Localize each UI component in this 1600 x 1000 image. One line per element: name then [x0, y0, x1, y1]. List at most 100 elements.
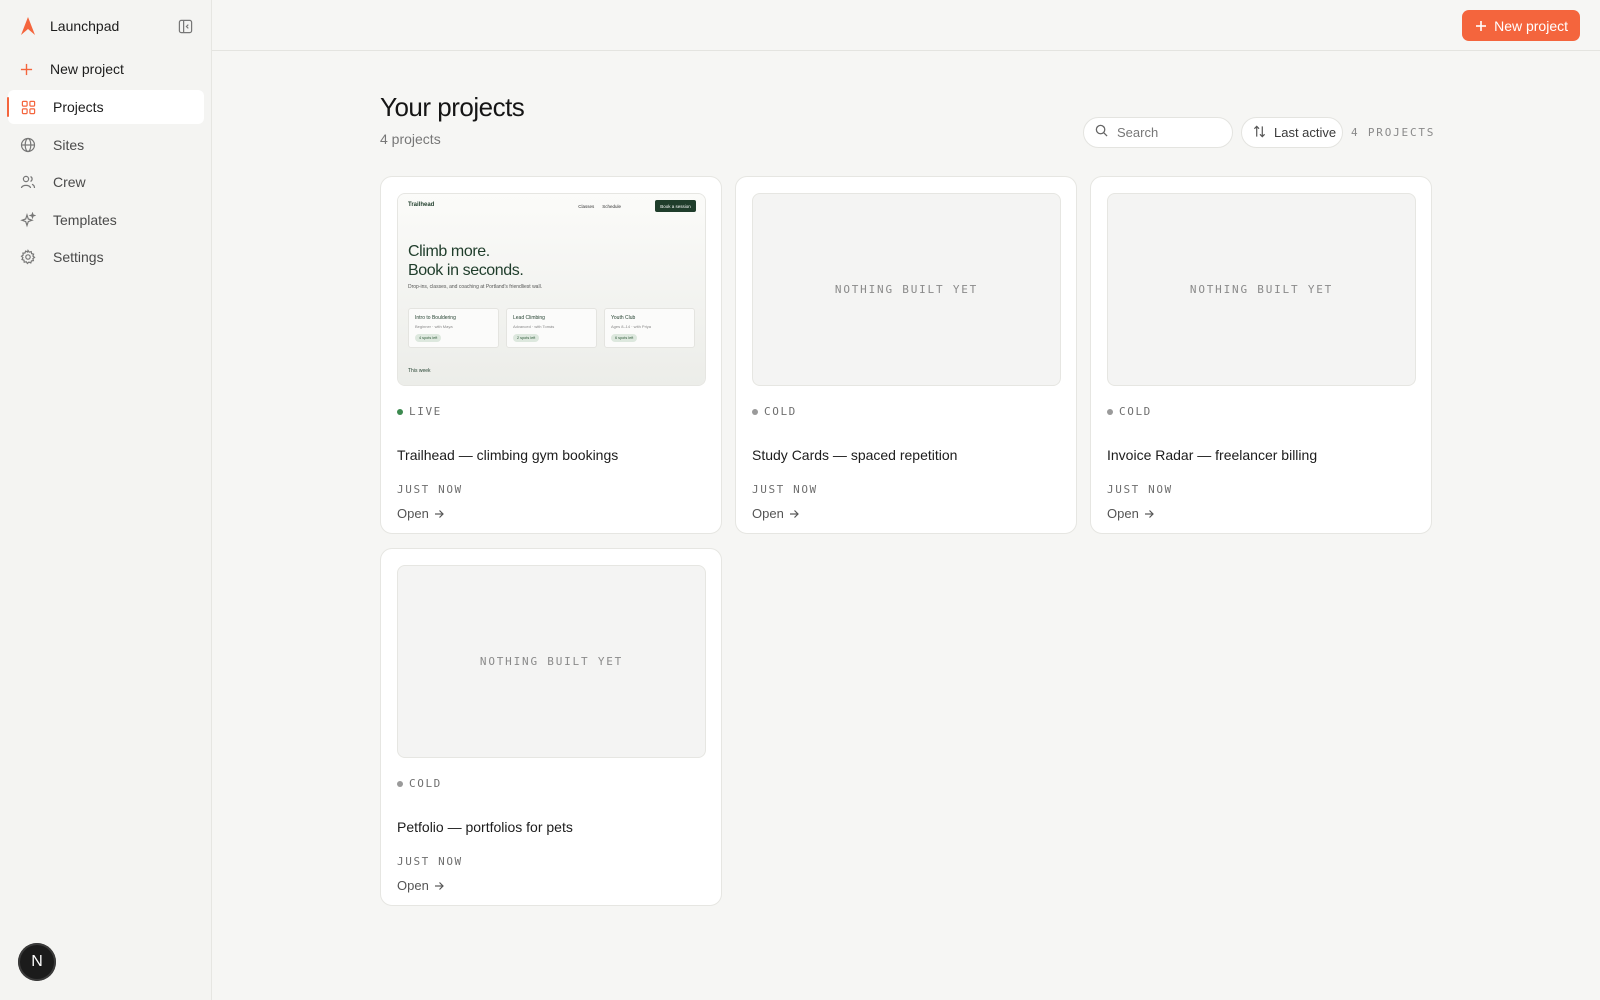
plus-icon: [1475, 20, 1487, 32]
last-active-time: JUST NOW: [752, 483, 818, 496]
gear-icon: [19, 248, 37, 266]
preview-class-sub: Advanced · with Tomás: [513, 324, 555, 329]
project-count-label: 4 PROJECTS: [1351, 126, 1436, 139]
grid-icon: [19, 98, 37, 116]
search-input[interactable]: [1117, 125, 1227, 140]
project-card[interactable]: Trailhead Classes Schedule Book a sessio…: [380, 176, 722, 534]
sidebar-item-templates[interactable]: Templates: [8, 203, 204, 237]
preview-class-badge: 4 spots left: [415, 334, 442, 342]
sidebar-item-label: Crew: [53, 174, 86, 190]
empty-preview-label: NOTHING BUILT YET: [1189, 283, 1334, 296]
preview-class-card: Youth Club Ages 8–14 · with Priya 6 spot…: [604, 308, 695, 348]
preview-brand: Trailhead: [408, 202, 435, 208]
sidebar: Launchpad New project Projects Sites Cre…: [0, 0, 212, 1000]
sidebar-item-label: Templates: [53, 211, 117, 228]
project-count-subtitle: 4 projects: [380, 131, 441, 147]
project-card[interactable]: NOTHING BUILT YET COLD Petfolio — portfo…: [380, 548, 722, 906]
project-title[interactable]: Trailhead — climbing gym bookings: [397, 447, 618, 463]
arrow-right-icon: [434, 881, 444, 891]
search-box[interactable]: [1083, 117, 1233, 148]
preview-class-card: Lead Climbing Advanced · with Tomás 2 sp…: [506, 308, 597, 348]
users-icon: [19, 173, 37, 191]
preview-nav: Classes Schedule: [570, 204, 621, 209]
status-label: COLD: [1119, 405, 1152, 418]
preview-class-title: Youth Club: [611, 315, 636, 321]
sidebar-item-crew[interactable]: Crew: [8, 165, 204, 199]
preview-class-badge: 6 spots left: [611, 334, 638, 342]
app-name: Launchpad: [50, 18, 120, 34]
sidebar-new-project-button[interactable]: New project: [18, 58, 124, 80]
sidebar-item-label: Settings: [53, 249, 104, 265]
status-badge: COLD: [1107, 405, 1152, 418]
preview-nav-item: Schedule: [602, 204, 621, 209]
last-active-time: JUST NOW: [397, 483, 463, 496]
sidebar-nav: Projects Sites Crew Templates Settings: [7, 90, 204, 278]
cold-dot-icon: [397, 780, 403, 787]
sidebar-toggle-icon: [178, 19, 192, 33]
preview-class-sub: Beginner · with Maya: [415, 324, 453, 329]
preview-class-card: Intro to Bouldering Beginner · with Maya…: [408, 308, 499, 348]
cold-dot-icon: [752, 408, 758, 415]
cold-dot-icon: [1107, 408, 1113, 415]
preview-class-title: Lead Climbing: [513, 315, 545, 321]
project-card[interactable]: NOTHING BUILT YET COLD Study Cards — spa…: [735, 176, 1077, 534]
launchpad-logo-icon: [18, 15, 38, 37]
sort-button[interactable]: Last active: [1241, 117, 1343, 148]
arrow-right-icon: [434, 509, 444, 519]
last-active-time: JUST NOW: [397, 855, 463, 868]
project-thumbnail[interactable]: Trailhead Classes Schedule Book a sessio…: [397, 193, 706, 386]
open-project-link[interactable]: Open: [752, 506, 799, 521]
project-thumbnail[interactable]: NOTHING BUILT YET: [397, 565, 706, 758]
project-card[interactable]: NOTHING BUILT YET COLD Invoice Radar — f…: [1090, 176, 1432, 534]
sidebar-new-project-label: New project: [50, 61, 124, 77]
sort-label: Last active: [1274, 125, 1337, 140]
status-badge: LIVE: [397, 405, 442, 418]
plus-icon: [18, 61, 34, 77]
last-active-time: JUST NOW: [1107, 483, 1173, 496]
new-project-button-label: New project: [1494, 17, 1568, 34]
sidebar-item-projects[interactable]: Projects: [7, 90, 204, 124]
preview-hero-line-1: Climb more.: [408, 243, 490, 260]
preview-nav-item: Classes: [578, 204, 595, 209]
globe-icon: [19, 136, 37, 154]
arrow-right-icon: [1144, 509, 1154, 519]
preview-class-title: Intro to Bouldering: [415, 315, 456, 321]
brand[interactable]: Launchpad: [18, 14, 119, 38]
project-thumbnail[interactable]: NOTHING BUILT YET: [752, 193, 1061, 386]
sort-icon: [1253, 125, 1266, 141]
project-thumbnail[interactable]: NOTHING BUILT YET: [1107, 193, 1416, 386]
collapse-sidebar-button[interactable]: [176, 17, 194, 35]
empty-preview-label: NOTHING BUILT YET: [479, 655, 624, 668]
status-badge: COLD: [752, 405, 797, 418]
sidebar-item-settings[interactable]: Settings: [8, 240, 204, 274]
user-avatar[interactable]: N: [18, 943, 56, 981]
status-label: COLD: [764, 405, 797, 418]
sidebar-item-label: Projects: [53, 99, 104, 115]
preview-class-sub: Ages 8–14 · with Priya: [611, 324, 652, 329]
new-project-button[interactable]: New project: [1462, 10, 1580, 41]
status-badge: COLD: [397, 777, 442, 790]
open-label: Open: [1107, 506, 1139, 521]
sidebar-item-label: Sites: [53, 136, 85, 153]
top-bar: New project: [212, 0, 1600, 51]
status-label: COLD: [409, 777, 442, 790]
project-title[interactable]: Study Cards — spaced repetition: [752, 447, 957, 463]
site-preview: Trailhead Classes Schedule Book a sessio…: [398, 194, 705, 385]
preview-class-badge: 2 spots left: [513, 334, 540, 342]
open-project-link[interactable]: Open: [397, 878, 444, 893]
preview-week-label: This week: [408, 368, 431, 374]
preview-hero-line-2: Book in seconds.: [408, 262, 524, 279]
open-project-link[interactable]: Open: [1107, 506, 1154, 521]
arrow-right-icon: [789, 509, 799, 519]
project-title[interactable]: Invoice Radar — freelancer billing: [1107, 447, 1317, 463]
empty-preview-label: NOTHING BUILT YET: [834, 283, 979, 296]
page-title: Your projects: [380, 92, 525, 122]
status-label: LIVE: [409, 405, 442, 418]
sparkle-icon: [19, 211, 37, 229]
open-label: Open: [397, 506, 429, 521]
open-label: Open: [397, 878, 429, 893]
sidebar-item-sites[interactable]: Sites: [8, 128, 204, 162]
open-project-link[interactable]: Open: [397, 506, 444, 521]
project-title[interactable]: Petfolio — portfolios for pets: [397, 819, 573, 835]
live-dot-icon: [397, 408, 403, 415]
